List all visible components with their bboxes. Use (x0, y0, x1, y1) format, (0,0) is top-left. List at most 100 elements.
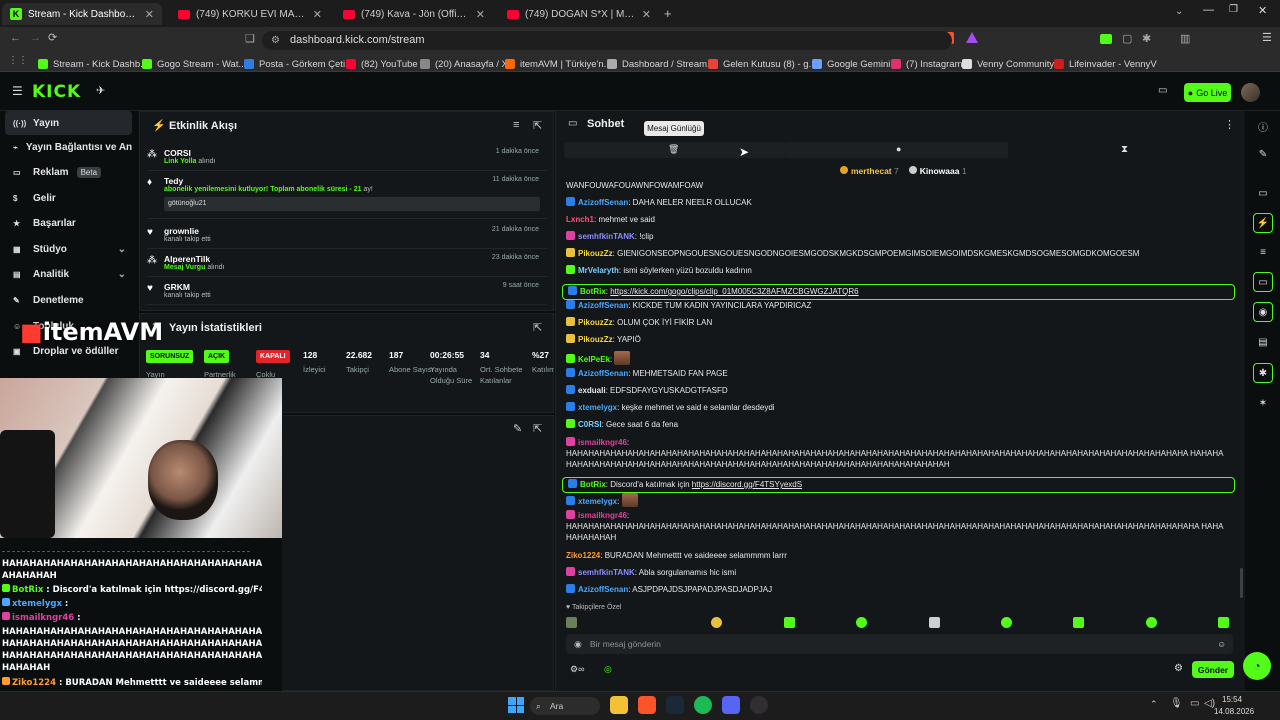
sidebar-item[interactable]: ⌁ Yayın Bağlantısı ve Anahtarı (5, 135, 132, 159)
spotify-icon[interactable] (694, 696, 712, 714)
chat-username[interactable]: C0RSI (578, 420, 602, 429)
close-tab-icon[interactable]: ✕ (313, 8, 322, 21)
emote-icon[interactable] (1001, 617, 1012, 628)
close-tab-icon[interactable]: ✕ (476, 8, 485, 21)
chat-username[interactable]: ismailkngr46 (578, 438, 627, 447)
tools-icon[interactable]: ✱ (1253, 363, 1273, 383)
sidebar-item[interactable]: ((·)) Yayın (5, 111, 132, 135)
print-icon[interactable]: ▤ (1253, 332, 1273, 352)
hourglass-icon[interactable]: ⧗ (1121, 144, 1128, 155)
sidebar-item[interactable]: ▤ Analitik ⌄ (5, 262, 132, 286)
url-bar[interactable]: ⚙ dashboard.kick.com/stream (262, 31, 952, 50)
emote-icon[interactable] (566, 617, 577, 628)
bookmark-icon[interactable]: ❑ (245, 32, 255, 45)
emote-icon[interactable] (1146, 617, 1157, 628)
bookmark-item[interactable]: (20) Anasayfa / X (420, 56, 508, 72)
hamburger-icon[interactable]: ☰ (12, 84, 23, 98)
mic-icon[interactable]: 🎙 (1170, 698, 1183, 709)
forward-icon[interactable]: → (30, 32, 41, 44)
obs-icon[interactable] (750, 696, 768, 714)
list-icon[interactable]: ≡ (1253, 242, 1273, 262)
ring-icon[interactable]: ◎ (604, 664, 612, 675)
emote-icon[interactable] (929, 617, 940, 628)
browser-tab[interactable]: (749) Kava - Jön (Official Lyric Video) ✕ (335, 3, 493, 25)
emote-icon[interactable] (1218, 617, 1229, 628)
site-info-icon[interactable]: ⚙ (271, 31, 280, 50)
chat-username[interactable]: semhfkinTANK (578, 568, 635, 577)
more-icon[interactable]: ⋮ (1224, 118, 1235, 131)
chat-username[interactable]: xtemelygx (578, 403, 617, 412)
clock-date[interactable]: 14.08.2026 (1214, 707, 1254, 716)
bookmark-item[interactable]: (82) YouTube (346, 56, 418, 72)
browser-tab[interactable]: (749) KORKU EVİ MANİBOYS EDİTİOR ✕ (170, 3, 330, 25)
emoji-icon[interactable]: ☺ (1217, 634, 1226, 654)
browser-tab[interactable]: (749) DOĞAN S*X | Madara Olduk # ✕ (499, 3, 659, 25)
discord-icon[interactable] (722, 696, 740, 714)
send-button[interactable]: Gönder (1192, 661, 1234, 678)
bookmark-item[interactable]: itemAVM | Türkiye'n... (505, 56, 612, 72)
emote-icon[interactable] (856, 617, 867, 628)
chat-username[interactable]: KelPeEk (578, 355, 610, 364)
activity-icon[interactable]: ⚡ (1253, 213, 1273, 233)
chat-bubble-icon[interactable]: ● (896, 144, 901, 154)
info-icon[interactable]: ⓘ (1253, 116, 1273, 136)
kick-logo[interactable]: KICK (32, 82, 81, 102)
chat-username[interactable]: PikouzZz (578, 249, 613, 258)
clock-time[interactable]: 15:54 (1222, 695, 1242, 704)
chat-username[interactable]: Lxnch1 (566, 215, 594, 224)
popout-icon[interactable]: ⇱ (533, 119, 542, 132)
chat-username[interactable]: PikouzZz (578, 318, 613, 327)
new-tab-icon[interactable]: + (664, 6, 672, 21)
chat-username[interactable]: MrVelaryth (578, 266, 619, 275)
emote-icon[interactable] (784, 617, 795, 628)
avatar[interactable] (1241, 83, 1260, 102)
chat-link[interactable]: https://kick.com/gogo/clips/clip_01M005C… (610, 287, 858, 296)
browser-tab[interactable]: K Stream - Kick Dashboard ✕ (2, 3, 162, 25)
menu-icon[interactable]: ☰ (1262, 31, 1272, 44)
video-icon[interactable]: ▭ (1253, 183, 1273, 203)
apps-icon[interactable]: ⋮⋮ (8, 55, 28, 66)
steam-icon[interactable] (666, 696, 684, 714)
back-icon[interactable]: ← (10, 32, 21, 44)
keyboard-icon[interactable]: ▭ (1158, 85, 1167, 96)
close-window-icon[interactable]: ✕ (1258, 4, 1267, 17)
tab-list-icon[interactable]: ⌄ (1175, 6, 1183, 17)
taskbar-search[interactable]: ⌕ Ara (530, 697, 600, 715)
close-tab-icon[interactable]: ✕ (642, 8, 651, 21)
chat-username[interactable]: PikouzZz (578, 335, 613, 344)
broadcast-icon[interactable]: ◉ (1253, 302, 1273, 322)
chat-input[interactable]: ◉ Bir mesaj gönderin ☺ (566, 634, 1233, 654)
filter-icon[interactable]: ≡ (513, 119, 519, 131)
go-live-button[interactable]: ● Go Live (1184, 83, 1231, 102)
extension-icon[interactable]: ▢ (1122, 32, 1132, 45)
message-log-tab[interactable]: 🗑 (564, 142, 786, 158)
moderation-icon[interactable]: ✶ (1253, 393, 1273, 413)
maximize-icon[interactable]: ❐ (1229, 4, 1238, 15)
bookmark-item[interactable]: Google Gemini (812, 56, 890, 72)
sidebar-toggle-icon[interactable]: ▥ (1180, 32, 1190, 45)
chat-username[interactable]: AzizoffSenan (578, 585, 628, 594)
brave-rewards-icon[interactable] (966, 32, 978, 43)
badge-icon[interactable]: ◉ (574, 634, 582, 654)
sidebar-item[interactable]: ▭ Reklam Beta (5, 160, 132, 184)
chat-username[interactable]: AzizoffSenan (578, 369, 628, 378)
pin-icon[interactable]: ✈ (96, 84, 105, 97)
extension-icon[interactable] (1100, 34, 1112, 44)
chat-username[interactable]: BotRix (580, 287, 606, 296)
bookmark-item[interactable]: Gelen Kutusu (8) - g... (708, 56, 816, 72)
close-tab-icon[interactable]: ✕ (145, 8, 154, 21)
chat-username[interactable]: xtemelygx (578, 497, 617, 506)
minimize-icon[interactable]: — (1203, 4, 1214, 16)
bookmark-item[interactable]: Lifeinvader - VennyV (1054, 56, 1157, 72)
chat-username[interactable]: AzizoffSenan (578, 198, 628, 207)
edit-icon[interactable]: ✎ (513, 422, 522, 435)
popout-icon[interactable]: ⇱ (533, 422, 542, 435)
tray-chevron-icon[interactable]: ⌃ (1150, 699, 1158, 710)
bookmark-item[interactable]: Dashboard / Stream... (607, 56, 715, 72)
chat-scrollbar[interactable] (1240, 568, 1243, 598)
bookmark-item[interactable]: (7) Instagram (891, 56, 963, 72)
chat-username[interactable]: AzizoffSenan (578, 301, 628, 310)
chat-username[interactable]: ismailkngr46 (578, 511, 627, 520)
chat-username[interactable]: BotRix (580, 480, 606, 489)
bookmark-item[interactable]: Posta - Görkem Çeti... (244, 56, 353, 72)
